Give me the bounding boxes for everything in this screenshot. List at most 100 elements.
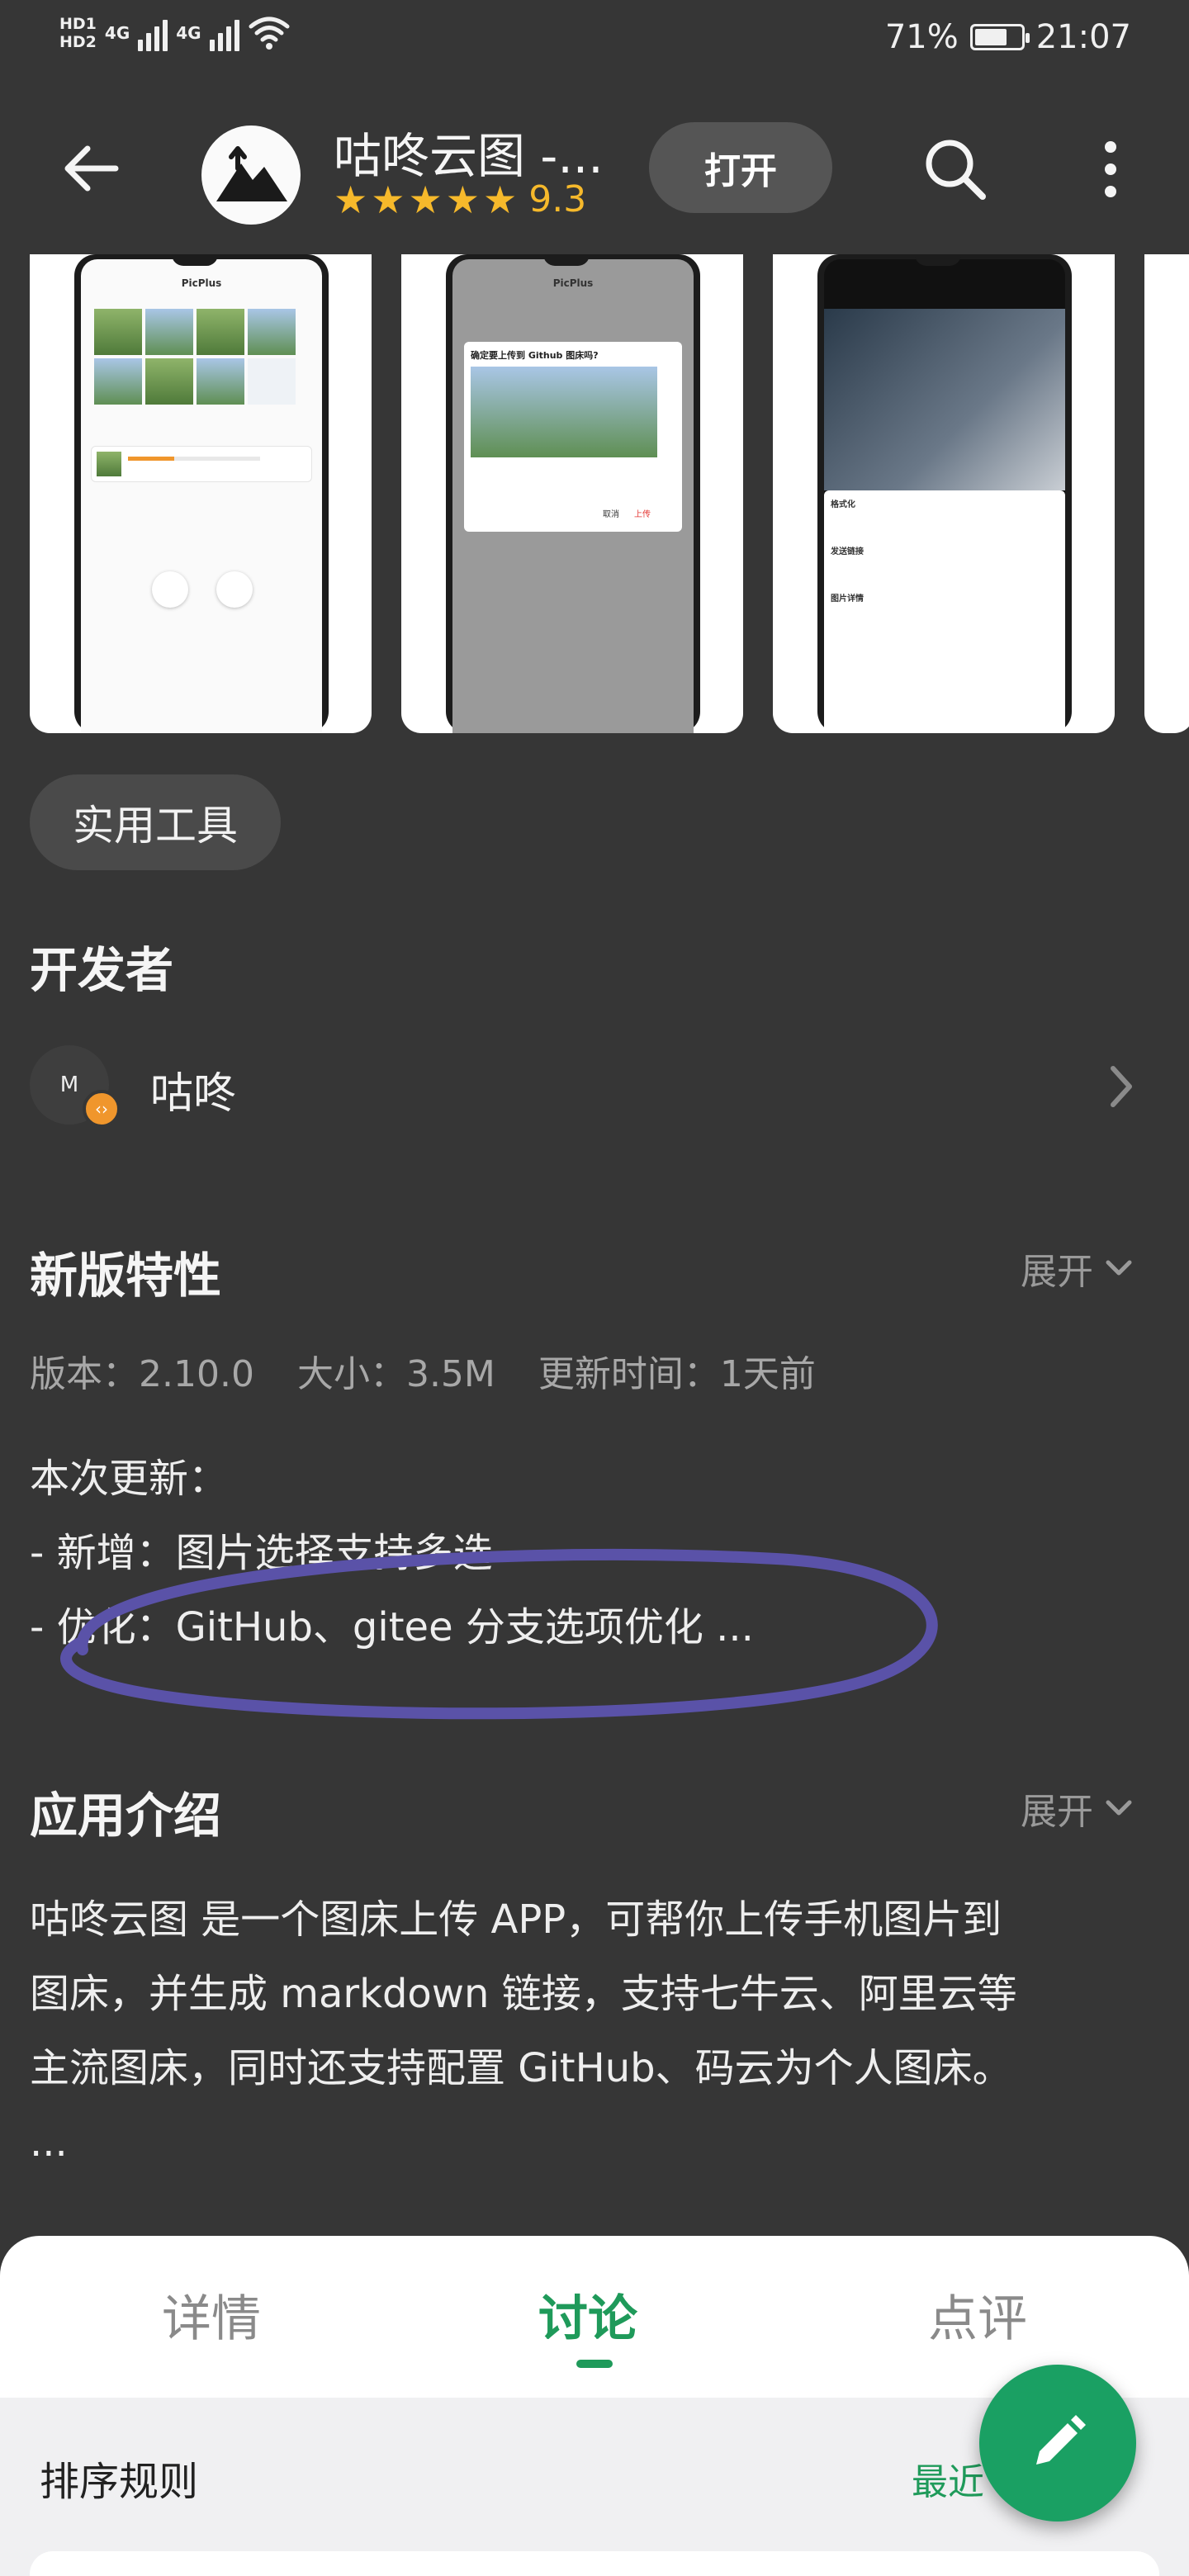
phone-notch — [543, 254, 590, 266]
app-rating: ★ ★ ★ ★ ★ 9.3 — [334, 178, 586, 220]
star-icon: ★ — [408, 177, 443, 222]
phone-screen: PicPlus — [81, 259, 322, 733]
app-header: 咕咚云图 -... ★ ★ ★ ★ ★ 9.3 打开 — [0, 83, 1189, 254]
phone-notch — [172, 254, 218, 266]
wifi-icon — [249, 17, 290, 50]
app-description: 咕咚云图 是一个图床上传 APP，可帮你上传手机图片到 图床，并生成 markd… — [30, 1882, 1169, 2180]
expand-label: 展开 — [1021, 1791, 1093, 1833]
dialog-preview-image — [471, 367, 657, 457]
open-app-button[interactable]: 打开 — [649, 122, 832, 213]
intro-heading: 应用介绍 — [30, 1788, 222, 1844]
status-bar-right: 71% 21:07 — [885, 18, 1131, 56]
tab-discussion[interactable]: 讨论 — [538, 2279, 637, 2351]
phone-frame: PicPlus 确定要上传到 Github 图床吗? 取消 上传 — [446, 254, 700, 733]
signal-strength-icon — [138, 15, 168, 51]
developer-name[interactable]: 咕咚 — [150, 1058, 236, 1120]
chevron-down-icon — [1106, 1260, 1132, 1276]
thumbnail — [197, 309, 244, 355]
tab-reviews[interactable]: 点评 — [928, 2279, 1027, 2351]
expand-label: 展开 — [1021, 1251, 1093, 1293]
network-type-2: 4G — [176, 23, 201, 43]
status-bar-left: HD1 HD2 4G 4G — [59, 15, 291, 51]
more-vertical-icon[interactable] — [1090, 132, 1131, 206]
thumbnail — [145, 309, 193, 355]
dialog-cancel: 取消 — [603, 510, 619, 519]
app-title: 咕咚云图 -... — [334, 128, 604, 184]
dialog-title: 确定要上传到 Github 图床吗? — [471, 350, 599, 361]
sort-rule-value[interactable]: 最近 — [912, 2452, 984, 2505]
sheet-section-send: 发送链接 — [831, 547, 864, 556]
signal-strength-icon-2 — [209, 15, 239, 51]
thumbnail — [248, 309, 296, 355]
clock: 21:07 — [1035, 18, 1131, 56]
pencil-icon — [1036, 2415, 1086, 2465]
hand-drawn-annotation-ellipse — [60, 1548, 938, 1720]
sort-rule-label: 排序规则 — [40, 2459, 199, 2505]
size-label: 大小：3.5M — [296, 1353, 495, 1395]
thumbnail — [197, 358, 244, 405]
screenshot-1[interactable]: PicPlus — [30, 254, 372, 733]
back-arrow-icon[interactable] — [58, 135, 124, 201]
network-type-1: 4G — [104, 23, 130, 43]
developer-heading: 开发者 — [30, 942, 174, 998]
app-icon — [201, 125, 301, 225]
mini-app-title: PicPlus — [552, 277, 594, 289]
sheet-section-format: 格式化 — [831, 500, 855, 509]
battery-fill — [974, 29, 1007, 45]
description-line: 图床，并生成 markdown 链接，支持七牛云、阿里云等 — [30, 1971, 1017, 2017]
screenshot-3[interactable]: 格式化 发送链接 图片详情 — [773, 254, 1115, 733]
write-post-button[interactable] — [979, 2365, 1136, 2522]
chevron-right-icon[interactable] — [1103, 1062, 1139, 1111]
chevron-down-icon — [1106, 1800, 1132, 1816]
mini-app-title: PicPlus — [181, 277, 222, 289]
thumbnail — [145, 358, 193, 405]
photo-preview — [824, 309, 1065, 490]
battery-icon — [969, 24, 1030, 50]
whats-new-heading: 新版特性 — [30, 1248, 222, 1304]
star-icon: ★ — [371, 177, 405, 222]
sheet-section-details: 图片详情 — [831, 594, 864, 604]
thumbnail — [248, 358, 296, 405]
phone-frame: PicPlus — [74, 254, 329, 733]
active-tab-indicator — [576, 2360, 613, 2368]
gallery-upload-icon — [152, 571, 188, 608]
category-tag[interactable]: 实用工具 — [30, 774, 281, 870]
bottom-tab-bar: 详情 讨论 点评 — [0, 2236, 1189, 2398]
screenshot-2[interactable]: PicPlus 确定要上传到 Github 图床吗? 取消 上传 — [401, 254, 743, 733]
star-icon: ★ — [445, 177, 480, 222]
hd-labels: HD1 HD2 — [59, 15, 97, 51]
phone-frame: 格式化 发送链接 图片详情 — [817, 254, 1072, 733]
status-bar: HD1 HD2 4G 4G 71% 21:07 — [0, 0, 1189, 83]
mountain-logo-icon — [216, 146, 287, 201]
hd2-label: HD2 — [59, 33, 97, 51]
screenshots-carousel[interactable]: PicPlus PicPlus 确定要上传到 Github 图床吗? 取消 上传… — [0, 254, 1189, 735]
hd1-label: HD1 — [59, 15, 97, 33]
developer-badge-icon: ‹› — [83, 1090, 121, 1128]
progress-fill — [128, 457, 174, 461]
intro-expand-button[interactable]: 展开 — [1021, 1782, 1133, 1835]
tab-details[interactable]: 详情 — [162, 2279, 261, 2351]
star-icon: ★ — [334, 177, 368, 222]
thumbnail — [94, 309, 142, 355]
screenshot-4-partial[interactable] — [1144, 254, 1189, 733]
version-meta: 版本：2.10.0 大小：3.5M 更新时间：1天前 — [30, 1344, 816, 1397]
upload-progress-card — [91, 446, 312, 482]
whats-new-expand-button[interactable]: 展开 — [1021, 1242, 1133, 1295]
release-note-line: 本次更新： — [30, 1456, 229, 1502]
search-icon[interactable] — [918, 132, 992, 206]
battery-percent: 71% — [884, 18, 959, 56]
thumbnail — [97, 452, 121, 476]
rating-value: 9.3 — [528, 178, 587, 220]
description-line: 主流图床，同时还支持配置 GitHub、码云为个人图床。 — [30, 2045, 1012, 2091]
dialog-confirm: 上传 — [634, 510, 651, 519]
progress-track — [128, 457, 260, 461]
description-line: 咕咚云图 是一个图床上传 APP，可帮你上传手机图片到 — [30, 1896, 1002, 1943]
description-line: ... — [30, 2119, 68, 2166]
upload-dialog: 确定要上传到 Github 图床吗? 取消 上传 — [464, 342, 682, 532]
version-label: 版本：2.10.0 — [30, 1353, 254, 1395]
camera-upload-icon — [216, 571, 253, 608]
star-icon: ★ — [483, 177, 518, 222]
comment-card — [30, 2551, 1159, 2576]
phone-screen: PicPlus 确定要上传到 Github 图床吗? 取消 上传 — [452, 259, 694, 733]
updated-label: 更新时间：1天前 — [538, 1353, 816, 1395]
